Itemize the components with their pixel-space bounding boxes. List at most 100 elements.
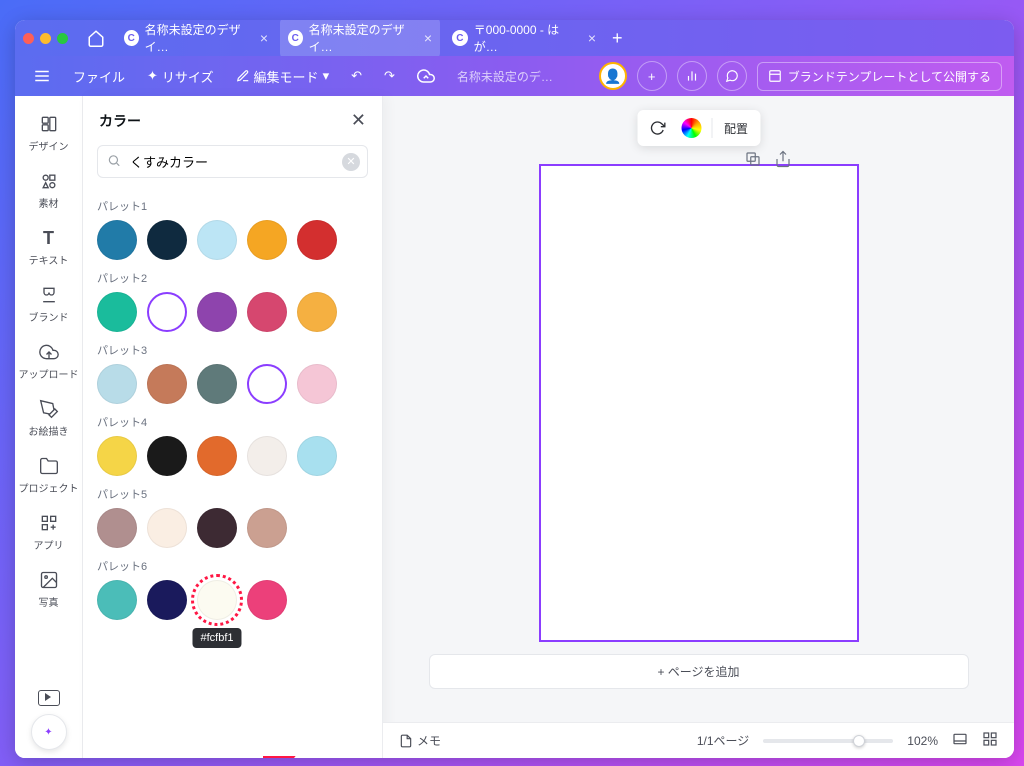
menu-icon[interactable] [27, 63, 57, 89]
apps-icon [37, 511, 61, 535]
cloud-sync-icon[interactable] [411, 63, 441, 89]
view-grid-icon[interactable] [952, 731, 968, 750]
tab-label: 名称未設定のデザイ… [145, 21, 254, 55]
redo-button[interactable]: ↷ [378, 64, 401, 88]
color-swatch[interactable] [147, 436, 187, 476]
draw-icon [37, 397, 61, 421]
add-tab-button[interactable]: + [612, 28, 623, 49]
text-icon: T [37, 226, 61, 250]
search-input[interactable] [97, 145, 368, 178]
close-icon[interactable]: ✕ [351, 110, 366, 131]
color-swatch[interactable] [197, 364, 237, 404]
rail-upload[interactable]: アップロード [15, 334, 82, 387]
minimize-window-icon[interactable] [40, 33, 51, 44]
main-toolbar: ファイル ✦ リサイズ 編集モード ▾ ↶ ↷ 名称未設定のデ… 👤 + ブラン… [15, 56, 1014, 96]
color-swatch[interactable] [197, 220, 237, 260]
color-swatch[interactable] [297, 364, 337, 404]
tab-1[interactable]: C 名称未設定のデザイ… × [116, 20, 276, 59]
color-swatch[interactable] [197, 508, 237, 548]
rail-draw[interactable]: お絵描き [15, 391, 82, 444]
color-picker-icon[interactable] [677, 114, 705, 142]
magic-button[interactable]: ✦ [31, 714, 67, 750]
position-button[interactable]: 配置 [718, 120, 754, 137]
rail-design[interactable]: デザイン [15, 106, 82, 159]
color-swatch[interactable] [97, 508, 137, 548]
close-icon[interactable]: × [588, 30, 596, 46]
color-swatch[interactable] [247, 580, 287, 620]
rail-photos[interactable]: 写真 [15, 562, 82, 615]
brand-icon [37, 283, 61, 307]
canva-icon: C [124, 30, 139, 46]
rail-apps[interactable]: アプリ [15, 505, 82, 558]
palette-label: パレット6 [97, 558, 368, 574]
color-swatch[interactable] [247, 292, 287, 332]
canvas-page[interactable] [539, 164, 859, 642]
rail-text[interactable]: Tテキスト [15, 220, 82, 273]
publish-button[interactable]: ブランドテンプレートとして公開する [757, 62, 1002, 91]
color-swatch[interactable] [97, 292, 137, 332]
undo-button[interactable]: ↶ [345, 64, 368, 88]
rail-projects[interactable]: プロジェクト [15, 448, 82, 501]
color-swatch[interactable] [197, 436, 237, 476]
edit-mode-button[interactable]: 編集モード ▾ [230, 63, 336, 90]
canva-icon: C [452, 30, 468, 46]
zoom-slider[interactable] [763, 739, 893, 743]
color-swatch[interactable] [147, 580, 187, 620]
add-button[interactable]: + [637, 61, 667, 91]
palette-label: パレット2 [97, 270, 368, 286]
maximize-window-icon[interactable] [57, 33, 68, 44]
canvas-area: 配置 + ページを追加 メモ 1/1ページ 102% [383, 96, 1014, 758]
add-page-button[interactable]: + ページを追加 [429, 654, 969, 689]
color-swatch[interactable] [147, 292, 187, 332]
color-swatch[interactable] [197, 580, 237, 620]
color-swatch[interactable] [147, 508, 187, 548]
color-swatch[interactable] [247, 220, 287, 260]
color-swatch[interactable] [247, 436, 287, 476]
resize-button[interactable]: ✦ リサイズ [141, 63, 220, 90]
color-swatch[interactable] [97, 436, 137, 476]
file-menu[interactable]: ファイル [67, 63, 131, 90]
color-search: ✕ [97, 145, 368, 178]
video-icon[interactable] [38, 690, 60, 706]
folder-icon [37, 454, 61, 478]
color-swatch[interactable] [247, 364, 287, 404]
color-panel: カラー ✕ ✕ パレット1 パレット2 パレット3 パレット4 パレット5 [83, 96, 383, 758]
panel-title: カラー [99, 111, 141, 131]
upload-icon [37, 340, 61, 364]
rotate-icon[interactable] [643, 114, 671, 142]
avatar[interactable]: 👤 [599, 62, 627, 90]
fullscreen-icon[interactable] [982, 731, 998, 750]
home-icon[interactable] [86, 28, 106, 48]
palette-label: パレット1 [97, 198, 368, 214]
rail-elements[interactable]: 素材 [15, 163, 82, 216]
color-swatch[interactable] [97, 580, 137, 620]
color-swatch[interactable] [147, 364, 187, 404]
color-swatch[interactable] [147, 220, 187, 260]
analytics-icon[interactable] [677, 61, 707, 91]
color-swatch[interactable] [247, 508, 287, 548]
document-title[interactable]: 名称未設定のデ… [457, 68, 553, 85]
export-icon[interactable] [774, 150, 794, 170]
notes-button[interactable]: メモ [399, 732, 441, 749]
palette-label: パレット4 [97, 414, 368, 430]
close-window-icon[interactable] [23, 33, 34, 44]
design-icon [37, 112, 61, 136]
color-tooltip: #fcfbf1 [192, 628, 241, 648]
tab-3[interactable]: C 〒000-0000 - はが… × [444, 20, 604, 59]
color-swatch[interactable] [297, 220, 337, 260]
color-swatch[interactable] [97, 364, 137, 404]
chevron-down-icon: ▾ [323, 68, 330, 84]
rail-brand[interactable]: ブランド [15, 277, 82, 330]
color-swatch[interactable] [97, 220, 137, 260]
close-icon[interactable]: × [424, 30, 432, 46]
color-swatch[interactable] [297, 436, 337, 476]
duplicate-icon[interactable] [744, 150, 764, 170]
tab-label: 〒000-0000 - はが… [474, 21, 582, 55]
comment-icon[interactable] [717, 61, 747, 91]
color-swatch[interactable] [297, 292, 337, 332]
clear-icon[interactable]: ✕ [342, 153, 360, 171]
tab-2[interactable]: C 名称未設定のデザイ… × [280, 20, 440, 59]
color-swatch[interactable] [197, 292, 237, 332]
close-icon[interactable]: × [260, 30, 268, 46]
canva-icon: C [288, 30, 303, 46]
